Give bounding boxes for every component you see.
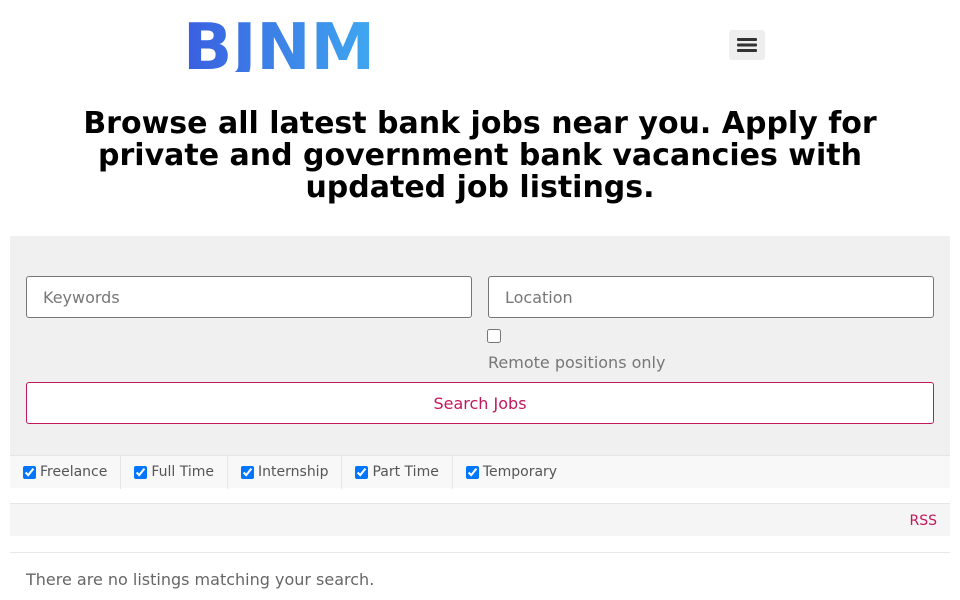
filter-full-time-checkbox[interactable] [134, 465, 148, 479]
filter-label: Full Time [151, 464, 215, 480]
filter-internship[interactable]: Internship [228, 455, 343, 489]
filter-full-time[interactable]: Full Time [121, 455, 229, 489]
site-logo[interactable]: BJNM [183, 18, 377, 72]
filter-part-time-checkbox[interactable] [355, 465, 369, 479]
filter-temporary-checkbox[interactable] [465, 465, 479, 479]
location-input[interactable] [488, 276, 934, 318]
remote-positions-checkbox[interactable] [487, 329, 501, 343]
filter-part-time[interactable]: Part Time [342, 455, 453, 489]
hamburger-menu-icon [737, 38, 757, 52]
search-jobs-button[interactable]: Search Jobs [26, 382, 934, 424]
svg-text:BJNM: BJNM [183, 18, 375, 72]
filter-label: Freelance [40, 464, 108, 480]
filter-freelance-checkbox[interactable] [23, 465, 36, 479]
no-results-message: There are no listings matching your sear… [26, 570, 375, 589]
job-type-filters: Freelance Full Time Internship Part Time… [10, 455, 950, 489]
filter-label: Temporary [482, 464, 558, 480]
page-headline: Browse all latest bank jobs near you. Ap… [83, 106, 877, 205]
filter-freelance[interactable]: Freelance [10, 455, 122, 489]
filter-label: Internship [258, 464, 329, 480]
rss-bar: RSS [10, 503, 950, 536]
filter-internship-checkbox[interactable] [241, 465, 255, 479]
bjnm-logo-icon: BJNM [183, 18, 375, 72]
rss-link[interactable]: RSS [909, 513, 937, 529]
job-search-form: Remote positions only Search Jobs [10, 236, 950, 455]
site-header: BJNM [0, 0, 960, 90]
filter-label: Part Time [372, 464, 439, 480]
filter-temporary[interactable]: Temporary [453, 456, 570, 489]
menu-toggle-button[interactable] [729, 30, 765, 60]
remote-positions-label[interactable]: Remote positions only [488, 353, 665, 372]
keywords-input[interactable] [26, 276, 472, 318]
divider [10, 552, 950, 553]
